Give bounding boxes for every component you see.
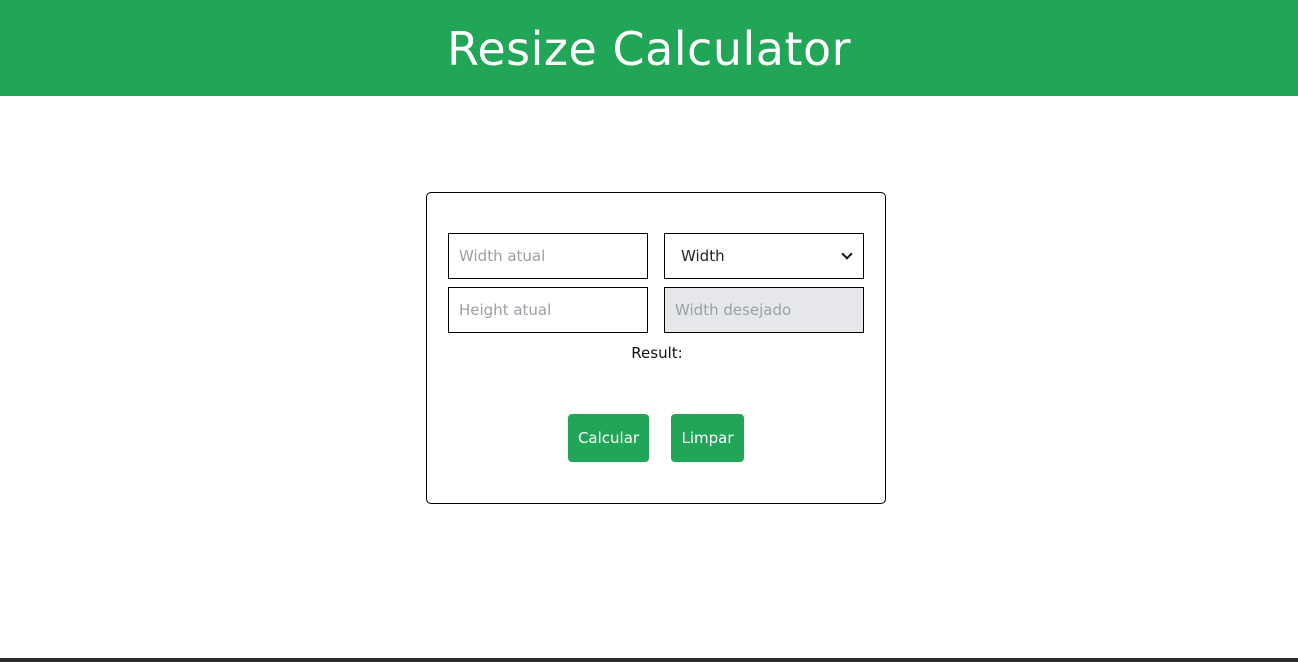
result-label: Result: (631, 344, 683, 362)
width-desejado-input (664, 287, 864, 333)
limpar-button[interactable]: Limpar (671, 414, 744, 462)
app-header: Resize Calculator (0, 0, 1298, 96)
height-atual-input[interactable] (448, 287, 648, 333)
chevron-down-icon (841, 248, 853, 260)
calculator-card: Width Result: Calcular Limpar (426, 192, 886, 504)
width-atual-input[interactable] (448, 233, 648, 279)
dimension-select[interactable]: Width (664, 233, 864, 279)
window-bottom-edge (0, 658, 1298, 662)
calcular-button[interactable]: Calcular (568, 414, 649, 462)
dimension-select-value: Width (681, 247, 725, 265)
page-title: Resize Calculator (446, 22, 852, 76)
